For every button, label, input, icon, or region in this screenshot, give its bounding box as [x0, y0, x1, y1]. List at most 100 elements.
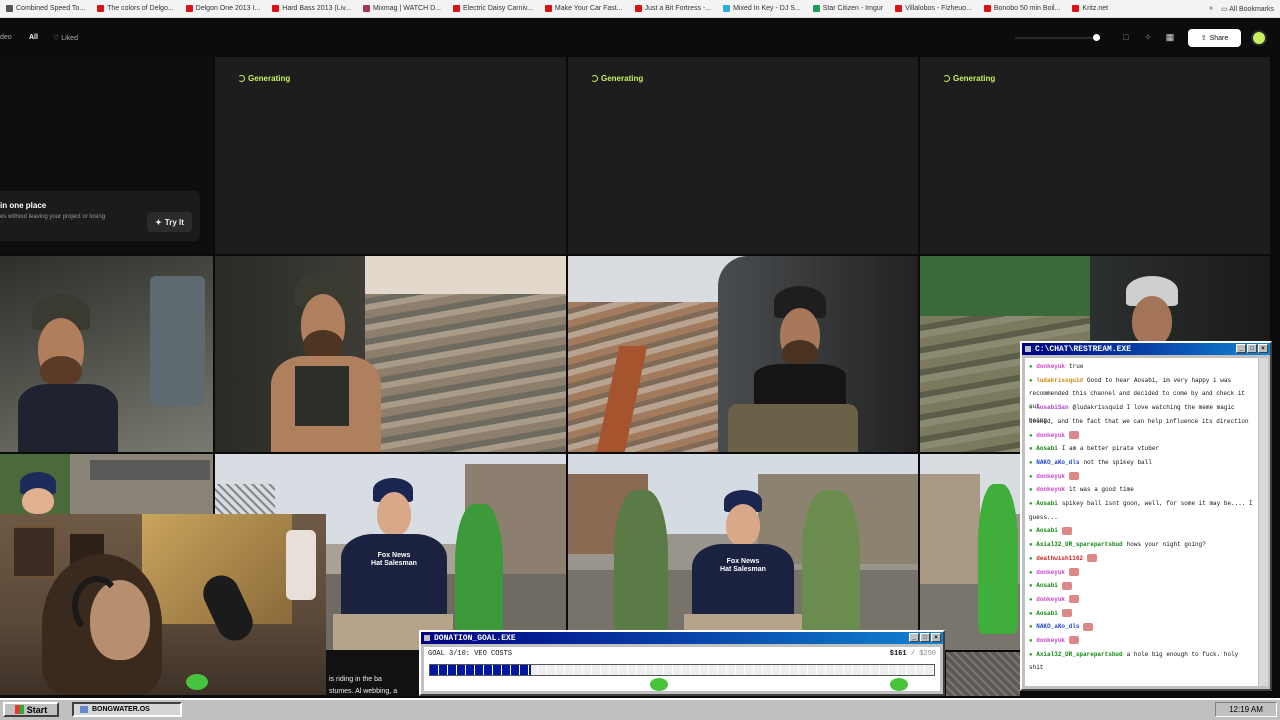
video-tile[interactable] — [946, 652, 1020, 696]
maximize-button[interactable]: □ — [1247, 344, 1257, 353]
video-tile[interactable] — [568, 256, 918, 452]
start-button[interactable]: Start — [3, 702, 59, 717]
bookmark-item[interactable]: The colors of Delgo... — [91, 5, 180, 12]
bookmark-label: Electric Daisy Carniv... — [462, 5, 533, 12]
generating-panel[interactable] — [568, 57, 918, 254]
chat-username[interactable]: Aosabi — [1036, 445, 1058, 452]
chat-titlebar[interactable]: C:\CHAT\RESTREAM.EXE _ □ × — [1022, 343, 1270, 355]
taskbar-item[interactable]: BONGWATER.OS — [72, 702, 182, 717]
chat-username[interactable]: Aosabi — [1036, 582, 1058, 589]
bookmark-label: The colors of Delgo... — [107, 5, 174, 12]
bookmark-favicon-icon — [97, 5, 105, 12]
army-camp — [568, 302, 738, 452]
tab-liked[interactable]: ♡ Liked — [53, 34, 78, 42]
caption-text-2: stumes. Al webbing, a — [329, 688, 398, 695]
promo-subtitle: es without leaving your project or losin… — [0, 214, 106, 220]
chat-username[interactable]: NAKO_aKo_dls — [1036, 459, 1079, 466]
bookmark-item[interactable]: Kritz.net — [1066, 5, 1114, 12]
chat-text: not the spikey ball — [1083, 458, 1152, 466]
webcam-overlay — [0, 514, 326, 695]
chat-platform-icon: ● — [1029, 650, 1033, 658]
chat-platform-icon: ● — [1029, 554, 1033, 562]
bookmark-item[interactable]: Villalobos - Fizheuo... — [889, 5, 978, 12]
chat-username[interactable]: donkeyuk — [1036, 473, 1065, 480]
chat-username[interactable]: NAKO_aKo_dls — [1036, 623, 1079, 630]
try-it-button[interactable]: ✦ Try It — [147, 212, 192, 232]
video-tile[interactable] — [0, 454, 213, 514]
chat-username[interactable]: donkeyuk — [1036, 432, 1065, 439]
tab-all[interactable]: All — [29, 34, 38, 41]
minimize-button[interactable]: _ — [909, 633, 919, 642]
all-bookmarks-button[interactable]: ▭ All Bookmarks — [1221, 5, 1274, 13]
bookmark-item[interactable]: Just a Bit Fortress -... — [629, 5, 718, 12]
chat-username[interactable]: donkeyuk — [1036, 637, 1065, 644]
chat-username[interactable]: donkeyuk — [1036, 596, 1065, 603]
chat-username[interactable]: deathwish1162 — [1036, 555, 1083, 562]
chat-message: ● deathwish1162 — [1029, 552, 1254, 565]
generating-panel[interactable] — [920, 57, 1270, 254]
bookmark-item[interactable]: Combined Speed To... — [0, 5, 91, 12]
chat-platform-icon: ● — [1029, 527, 1033, 535]
chat-username[interactable]: donkeyuk — [1036, 569, 1065, 576]
chat-platform-icon: ● — [1029, 472, 1033, 480]
square-icon[interactable]: □ — [1121, 32, 1131, 42]
chat-username[interactable]: ludakrissquid — [1036, 377, 1083, 384]
chat-scrollbar[interactable] — [1259, 358, 1268, 686]
chat-text: guess... — [1029, 513, 1058, 521]
tab-video[interactable]: deo — [0, 34, 12, 41]
beard — [782, 340, 818, 366]
chat-emote-icon — [1069, 472, 1080, 481]
video-tile[interactable] — [920, 454, 1020, 650]
video-tile[interactable] — [0, 256, 213, 452]
taskbar-item-label: BONGWATER.OS — [92, 706, 150, 713]
bookmarks-overflow-button[interactable]: » — [1209, 5, 1213, 12]
share-button[interactable]: ⇪ Share — [1188, 29, 1241, 47]
bookmark-favicon-icon — [363, 5, 371, 12]
chat-text: cooked, and the fact that we can help in… — [1029, 417, 1249, 425]
chat-username[interactable]: AosabiSan — [1036, 404, 1068, 411]
chat-username[interactable]: Axial32_UR_sparepartsbud — [1036, 541, 1122, 548]
bookmark-item[interactable]: Mixmag | WATCH D... — [357, 5, 447, 12]
bookmark-item[interactable]: Star Citizen - Imgur — [807, 5, 889, 12]
bookmark-item[interactable]: Delgon One 2013 I... — [180, 5, 267, 12]
bookmark-favicon-icon — [544, 5, 552, 12]
chat-text: hows your night going? — [1126, 541, 1206, 549]
generating-panel[interactable] — [215, 57, 566, 254]
bookmark-item[interactable]: Electric Daisy Carniv... — [447, 5, 539, 12]
person-head — [22, 488, 54, 514]
chat-text: I am a better pirate vtuber — [1061, 445, 1160, 453]
grid-icon[interactable]: ▦ — [1165, 32, 1175, 42]
bookmark-item[interactable]: Mixed In Key - DJ S... — [717, 5, 807, 12]
frog-emote-icon — [186, 674, 208, 690]
donation-titlebar[interactable]: DONATION_GOAL.EXE _ □ × — [421, 632, 943, 644]
chat-username[interactable]: donkeyuk — [1036, 486, 1065, 493]
chat-message: ● donkeyuk it was a good time — [1029, 483, 1254, 496]
video-tile[interactable] — [215, 256, 566, 452]
taskbar: Start BONGWATER.OS 12:19 AM — [0, 698, 1280, 720]
donation-window[interactable]: DONATION_GOAL.EXE _ □ × GOAL 3/10: VEO C… — [419, 630, 945, 696]
close-button[interactable]: × — [1258, 344, 1268, 353]
chat-window[interactable]: C:\CHAT\RESTREAM.EXE _ □ × ● donkeyuk tru… — [1020, 341, 1272, 691]
person-head — [1132, 296, 1172, 346]
user-avatar[interactable] — [1251, 30, 1267, 46]
chat-username[interactable]: Aosabi — [1036, 500, 1058, 507]
folder-icon: ▭ — [1221, 5, 1228, 13]
video-tile[interactable]: Fox News Hat Salesman — [568, 454, 918, 650]
zoom-slider-track[interactable] — [1015, 37, 1100, 39]
generating-label: Generating — [248, 74, 291, 83]
chat-username[interactable]: donkeyuk — [1036, 363, 1065, 370]
chat-emote-icon — [1069, 567, 1080, 576]
minimize-button[interactable]: _ — [1236, 344, 1246, 353]
bookmark-label: Mixed In Key - DJ S... — [733, 5, 801, 12]
chat-username[interactable]: Axial32_UR_sparepartsbud — [1036, 651, 1122, 658]
chat-username[interactable]: Aosabi — [1036, 527, 1058, 534]
close-button[interactable]: × — [931, 633, 941, 642]
maximize-button[interactable]: □ — [920, 633, 930, 642]
zoom-slider-knob[interactable] — [1093, 34, 1100, 41]
bookmark-item[interactable]: Hard Bass 2013 (Liv... — [266, 5, 357, 12]
chat-username[interactable]: Aosabi — [1036, 610, 1058, 617]
bookmark-item[interactable]: Bonobo 50 min Boil... — [978, 5, 1067, 12]
bookmark-item[interactable]: Make Your Car Fast... — [539, 5, 629, 12]
sparkle-icon[interactable]: ✧ — [1143, 32, 1153, 42]
spinner-icon — [591, 75, 598, 82]
